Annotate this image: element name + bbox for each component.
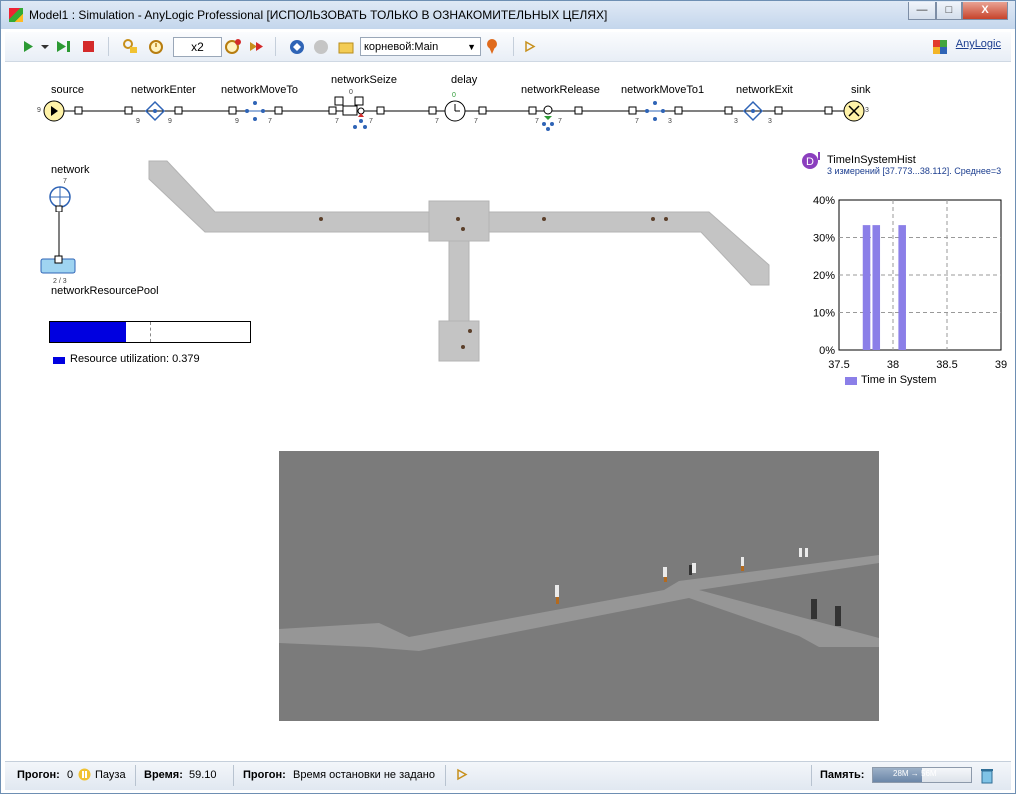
toolbar: x2 корневой:Main ▼ AnyLogic	[5, 32, 1011, 62]
anylogic-logo-icon	[933, 40, 947, 54]
pool-connector	[58, 212, 60, 257]
utilization-fill	[50, 322, 126, 342]
play-dropdown-icon[interactable]	[39, 38, 51, 55]
anylogic-app-icon	[9, 8, 23, 22]
y-tick-label: 40%	[813, 195, 835, 207]
minimize-button[interactable]: —	[908, 2, 936, 20]
histogram-chart: 0% 10% 20% 30% 40% 37.5 38 38.5 39	[813, 195, 1007, 371]
histogram-legend-label: Time in System	[861, 374, 937, 386]
speed-display: x2	[173, 37, 222, 57]
title-bar: Model1 : Simulation - AnyLogic Professio…	[1, 1, 1015, 29]
stop-time-label: Время остановки не задано	[293, 769, 435, 781]
histogram-title: TimeInSystemHist	[827, 154, 916, 166]
histogram-bar	[862, 225, 871, 350]
model-canvas: source 9 networkEnter 9 9 networkMoveTo …	[5, 62, 1011, 759]
folder-icon[interactable]	[337, 38, 355, 55]
trash-icon[interactable]	[979, 766, 995, 784]
histogram-legend-swatch	[845, 377, 857, 385]
x-tick-label: 37.5	[828, 359, 849, 371]
x-tick-label: 38	[887, 359, 899, 371]
resource-pool-icon[interactable]	[37, 255, 81, 277]
experiment-select[interactable]: корневой:Main ▼	[360, 37, 481, 56]
memory-label: Память:	[820, 769, 865, 781]
x-tick-label: 39	[995, 359, 1007, 371]
wrench-icon[interactable]	[121, 38, 139, 55]
time-value: 59.10	[189, 769, 217, 781]
step-icon[interactable]	[55, 38, 73, 55]
speed-up-icon[interactable]	[248, 38, 266, 55]
run2-label: Прогон:	[243, 769, 286, 781]
anylogic-link[interactable]: AnyLogic	[956, 38, 1001, 50]
view-3d	[279, 451, 879, 721]
status-bar: Прогон: 0 Пауза Время: 59.10 Прогон: Вре…	[5, 761, 1011, 790]
clock-icon[interactable]	[147, 38, 165, 55]
chevron-down-icon: ▼	[467, 42, 476, 52]
svg-text:D: D	[806, 156, 814, 168]
network-icon[interactable]	[45, 182, 75, 212]
resource-pool-count: 2 / 3	[53, 278, 67, 285]
y-tick-label: 0%	[819, 345, 835, 357]
back-icon[interactable]	[312, 38, 330, 55]
play-small-icon[interactable]	[523, 38, 537, 55]
network-label: network	[51, 164, 90, 176]
utilization-legend-swatch	[53, 357, 65, 364]
run-value: 0	[67, 769, 74, 781]
close-button[interactable]: X	[962, 2, 1008, 20]
app-window: Model1 : Simulation - AnyLogic Professio…	[0, 0, 1016, 794]
y-tick-label: 10%	[813, 308, 835, 320]
pin-icon[interactable]	[485, 38, 501, 55]
x-tick-label: 38.5	[936, 359, 957, 371]
memory-value: 28M → 56M	[893, 769, 937, 778]
pause-icon	[78, 768, 91, 781]
network-layout-2d	[148, 160, 770, 362]
y-tick-label: 30%	[813, 233, 835, 245]
run-label: Прогон:	[17, 769, 60, 781]
navigate-icon[interactable]	[288, 38, 306, 55]
y-tick-label: 20%	[813, 270, 835, 282]
time-label: Время:	[144, 769, 183, 781]
window-title: Model1 : Simulation - AnyLogic Professio…	[29, 8, 608, 22]
play-small-status-icon[interactable]	[456, 768, 468, 781]
speed-down-icon[interactable]	[224, 38, 242, 55]
histogram-icon: D	[802, 152, 820, 169]
pause-label: Пауза	[95, 769, 126, 781]
memory-bar: 28M → 56M	[872, 767, 972, 783]
histogram-bar	[872, 225, 881, 350]
maximize-button[interactable]: □	[936, 2, 962, 20]
histogram-bar	[898, 225, 906, 350]
experiment-select-value: корневой:Main	[364, 41, 439, 53]
stop-icon[interactable]	[81, 38, 95, 55]
resource-pool-label: networkResourcePool	[51, 285, 159, 297]
play-icon[interactable]	[21, 38, 35, 55]
flowchart-ports	[74, 106, 833, 115]
histogram-subtitle: 3 измерений [37.773...38.112]. Среднее=3	[827, 166, 1002, 176]
